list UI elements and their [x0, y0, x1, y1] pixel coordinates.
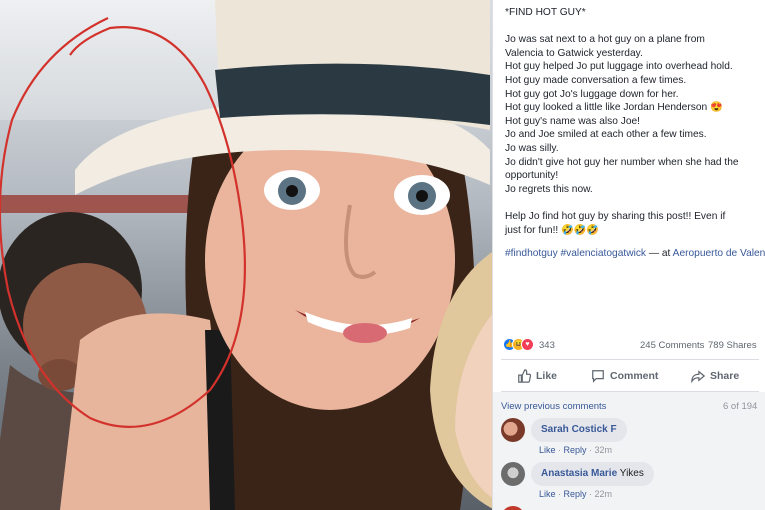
post-photo[interactable]: [0, 0, 492, 510]
post-line: Valencia to Gatwick yesterday.: [505, 47, 643, 59]
post-line: just for fun!! 🤣🤣🤣: [505, 224, 600, 236]
comment-text: Yikes: [619, 468, 644, 479]
post-body: *FIND HOT GUY* Jo was sat next to a hot …: [505, 6, 765, 261]
comment-meta: Like · Reply · 32m: [539, 445, 613, 455]
divider: [501, 359, 759, 360]
share-count[interactable]: 789 Shares: [708, 340, 757, 351]
comment-author[interactable]: Sarah Costick F: [541, 424, 617, 435]
comment-reply-link[interactable]: Reply: [564, 445, 587, 455]
comment-author[interactable]: Anastasia Marie: [541, 468, 617, 479]
post-line: Jo was sat next to a hot guy on a plane …: [505, 34, 705, 46]
avatar[interactable]: [501, 506, 525, 510]
comment-meta: Like · Reply · 22m: [539, 489, 613, 499]
comment-reply-link[interactable]: Reply: [564, 489, 587, 499]
post-line: Hot guy got Jo's luggage down for her.: [505, 88, 679, 100]
comments-counter: 6 of 194: [723, 401, 758, 412]
view-previous-comments-link[interactable]: View previous comments: [501, 401, 606, 412]
comment-time[interactable]: 22m: [595, 489, 613, 499]
post-line: Jo and Joe smiled at each other a few ti…: [505, 129, 707, 141]
comment-bubble: Sarah Costick F: [531, 418, 627, 442]
hashtags-link[interactable]: #findhotguy #valenciatogatwick: [505, 248, 646, 259]
share-arrow-icon: [691, 370, 705, 383]
post-line: Hot guy looked a little like Jordan Hend…: [505, 102, 723, 114]
at-text: — at: [646, 248, 673, 260]
hashtags-line: #findhotguy #valenciatogatwick — at Aero…: [505, 247, 765, 261]
comment-count[interactable]: 245 Comments: [640, 340, 704, 351]
post-line: Jo didn't give hot guy her number when s…: [505, 156, 739, 168]
post-line: Hot guy helped Jo put luggage into overh…: [505, 61, 733, 73]
highlight-circle: [0, 17, 247, 428]
action-bar: Like Comment Share: [501, 362, 759, 390]
share-button[interactable]: Share: [691, 362, 739, 390]
post-line: opportunity!: [505, 170, 559, 182]
comment-label: Comment: [610, 370, 659, 382]
comment-time[interactable]: 32m: [595, 445, 613, 455]
facebook-post: *FIND HOT GUY* Jo was sat next to a hot …: [492, 0, 765, 510]
location-link[interactable]: Aeropuerto de Valencia.: [673, 248, 765, 259]
comments-section: View previous comments 6 of 194 Sarah Co…: [493, 392, 765, 510]
share-label: Share: [710, 370, 740, 382]
post-line: Jo regrets this now.: [505, 183, 593, 195]
comment-icon: [592, 370, 604, 383]
post-line: *FIND HOT GUY*: [505, 7, 586, 18]
thumbs-up-icon: [518, 369, 531, 383]
post-line: Hot guy made conversation a few times.: [505, 74, 687, 86]
post-line: Hot guy's name was also Joe!: [505, 115, 641, 127]
like-button[interactable]: Like: [517, 362, 557, 390]
post-line: Jo was silly.: [505, 142, 559, 154]
reaction-count[interactable]: 343: [539, 340, 555, 351]
avatar[interactable]: [501, 418, 525, 442]
reactions-bar: 👍 😆 ♥ 343 245 Comments 789 Shares: [503, 338, 759, 354]
avatar[interactable]: [501, 462, 525, 486]
post-line: Help Jo find hot guy by sharing this pos…: [505, 210, 726, 222]
comment-like-link[interactable]: Like: [539, 445, 556, 455]
like-label: Like: [536, 370, 558, 382]
comment-bubble: Anastasia Marie Yikes: [531, 462, 654, 486]
comment-like-link[interactable]: Like: [539, 489, 556, 499]
love-reaction-icon: ♥: [521, 338, 534, 351]
